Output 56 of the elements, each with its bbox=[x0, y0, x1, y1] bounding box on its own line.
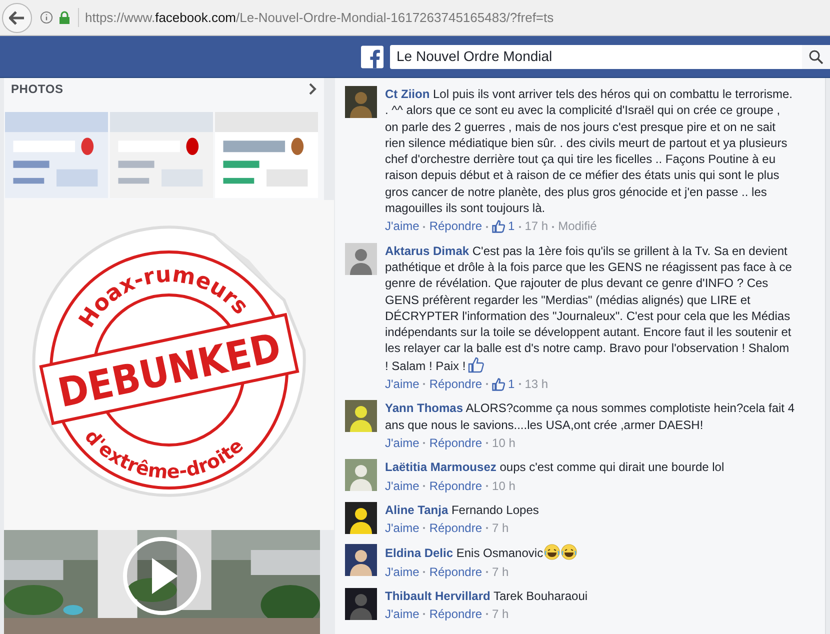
like-link[interactable]: J'aime bbox=[385, 478, 420, 494]
url-field[interactable]: https://www.facebook.com/Le-Nouvel-Ordre-Mondial-1617263745165483/?fref=ts bbox=[78, 8, 554, 28]
comment-time: 7 h bbox=[492, 606, 509, 623]
comment-text: Aktarus Dimak C'est pas la 1ère fois qu'ils se grillent à la Tv. Sa en devient pathétique et drôle à la fois parce que les GENS ne réagissent pas face à ce genre de révélation. Que rajouter de plus devant ce genre d'INFO ? Ces GENS préfèrent regarder les "Merdias" (médias alignés) que LIRE et DÉCRYPTER l'information des "Journaleux". C'est pour cela que les Médias indépendants sur la toile se développent autant. Encore faut il les soutenir et les relayer car la balle est d's notre camp. Bravo pour l'observation ! Shalom ! Salam ! Paix ! bbox=[385, 242, 793, 374]
author-link[interactable]: Yann Thomas bbox=[385, 401, 464, 416]
back-arrow-icon bbox=[9, 10, 25, 24]
author-link[interactable]: Ct Ziion bbox=[385, 87, 430, 101]
author-link[interactable]: Laëtitia Marmousez bbox=[385, 460, 496, 474]
reply-link[interactable]: Répondre bbox=[429, 376, 482, 392]
like-link[interactable]: J'aime bbox=[385, 520, 420, 536]
facebook-logo-icon[interactable] bbox=[361, 44, 384, 68]
reply-link[interactable]: Répondre bbox=[429, 434, 482, 452]
like-link[interactable]: J'aime bbox=[385, 434, 420, 452]
author-link[interactable]: Aktarus Dimak bbox=[385, 244, 470, 258]
comment-text: Aline Tanja Fernando Lopes bbox=[385, 502, 539, 518]
comment-time: 10 h bbox=[492, 434, 516, 452]
comment-time: 17 h bbox=[524, 218, 548, 235]
photos-title: PHOTOS bbox=[11, 81, 64, 98]
reply-link[interactable]: Répondre bbox=[429, 564, 482, 580]
reply-link[interactable]: Répondre bbox=[429, 218, 482, 235]
like-link[interactable]: J'aime bbox=[385, 606, 420, 623]
reply-link[interactable]: Répondre bbox=[429, 478, 482, 494]
like-link[interactable]: J'aime bbox=[385, 218, 420, 235]
comment-time: 10 h bbox=[492, 478, 516, 494]
comment-text: Thibault Hervillard Tarek Bouharaoui bbox=[385, 588, 588, 604]
comment-text: Eldina Delic Enis Osmanovic bbox=[385, 544, 578, 562]
reply-link[interactable]: Répondre bbox=[429, 520, 482, 536]
search-field[interactable]: Le Nouvel Ordre Mondial bbox=[390, 44, 802, 68]
lock-icon bbox=[59, 11, 70, 24]
comment-time: 7 h bbox=[492, 520, 509, 536]
author-link[interactable]: Eldina Delic bbox=[385, 546, 454, 560]
play-button-icon[interactable] bbox=[122, 536, 202, 616]
comment-text: Ct Ziion Lol puis ils vont arriver tels des héros qui on combattu le terrorisme. . ^^ alors que ce sont eu avec la complicité d'Israël qui on crée ce groupe , on parle des 2 guerres , mais de nos jours c'est presque pire et on ne sait rien silence médiatique bien sûr. . des civils meurt de partout et ya plusieurs chef d'orchestre derrière tout ça qui tire les ficelles .. Façons Poutine à eu raison depuis début et à raison de ce méfier des états unis qui sont le plus gros cancer de notre planète, des plus gros génocide et j'en passe .. les magouilles ils sont toujours là. bbox=[385, 86, 794, 216]
avatar[interactable] bbox=[345, 502, 377, 534]
chevron-right-icon[interactable] bbox=[309, 83, 317, 95]
reply-link[interactable]: Répondre bbox=[429, 606, 482, 623]
comment-text: Laëtitia Marmousez oups c'est comme qui dirait une bourde lol bbox=[385, 459, 724, 476]
comment-time: 13 h bbox=[524, 376, 548, 392]
like-link[interactable]: J'aime bbox=[385, 564, 420, 580]
edited-label: Modifié bbox=[558, 218, 597, 235]
search-icon[interactable] bbox=[808, 50, 823, 64]
laughing-face-icon bbox=[561, 544, 578, 560]
back-button[interactable] bbox=[2, 2, 32, 32]
thumbs-up-icon bbox=[492, 378, 506, 391]
thumbs-up-icon bbox=[492, 220, 506, 234]
comment-time: 7 h bbox=[492, 564, 509, 580]
avatar[interactable] bbox=[345, 544, 377, 576]
laughing-face-icon bbox=[544, 544, 560, 560]
author-link[interactable]: Aline Tanja bbox=[385, 502, 448, 517]
thumbs-up-icon bbox=[468, 356, 484, 373]
author-link[interactable]: Thibault Hervillard bbox=[385, 589, 490, 604]
like-count[interactable]: 1 bbox=[508, 218, 515, 235]
comment-text: Yann Thomas ALORS?comme ça nous sommes complotiste hein?cela fait 4 ans que nous le savions....les USA,ont crée ,armer DAESH! bbox=[385, 400, 795, 433]
like-link[interactable]: J'aime bbox=[385, 376, 420, 392]
like-count[interactable]: 1 bbox=[508, 376, 515, 392]
info-icon bbox=[40, 11, 53, 24]
